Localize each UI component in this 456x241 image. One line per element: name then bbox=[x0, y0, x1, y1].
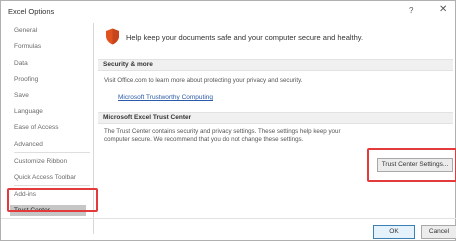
sidebar-item-advanced[interactable]: Advanced bbox=[14, 141, 43, 148]
sidebar-item-quick-access-toolbar[interactable]: Quick Access Toolbar bbox=[14, 174, 76, 181]
trust-center-settings-button[interactable]: Trust Center Settings... bbox=[377, 158, 453, 172]
footer-divider bbox=[1, 218, 456, 219]
trustworthy-computing-link[interactable]: Microsoft Trustworthy Computing bbox=[118, 94, 213, 101]
section-security-more: Security & more bbox=[98, 59, 453, 71]
excel-options-window: Excel Options ? ✕ General Formulas Data … bbox=[0, 0, 456, 241]
sidebar-item-general[interactable]: General bbox=[14, 27, 37, 34]
help-button[interactable]: ? bbox=[409, 6, 413, 15]
sidebar-item-data[interactable]: Data bbox=[14, 60, 28, 67]
section-title: Security & more bbox=[103, 61, 153, 68]
sidebar-item-customize-ribbon[interactable]: Customize Ribbon bbox=[14, 158, 67, 165]
window-title: Excel Options bbox=[8, 7, 55, 16]
sidebar-divider bbox=[14, 152, 90, 153]
shield-icon bbox=[106, 28, 119, 45]
section-trust-center: Microsoft Excel Trust Center bbox=[98, 112, 453, 124]
sidebar-item-save[interactable]: Save bbox=[14, 92, 29, 99]
trust-center-text-line2: computer secure. We recommend that you d… bbox=[104, 136, 304, 143]
cancel-button[interactable]: Cancel bbox=[421, 225, 456, 239]
sidebar-item-formulas[interactable]: Formulas bbox=[14, 43, 41, 50]
section-title: Microsoft Excel Trust Center bbox=[103, 114, 192, 121]
close-icon[interactable]: ✕ bbox=[439, 4, 447, 15]
trust-center-text-line1: The Trust Center contains security and p… bbox=[104, 128, 341, 135]
sidebar-divider bbox=[14, 185, 90, 186]
security-more-text: Visit Office.com to learn more about pro… bbox=[104, 77, 303, 84]
sidebar-item-language[interactable]: Language bbox=[14, 108, 43, 115]
sidebar-item-ease-of-access[interactable]: Ease of Access bbox=[14, 124, 58, 131]
ok-button[interactable]: OK bbox=[373, 225, 415, 239]
trust-center-highlight bbox=[7, 188, 98, 212]
sidebar-item-proofing[interactable]: Proofing bbox=[14, 76, 38, 83]
header-text: Help keep your documents safe and your c… bbox=[126, 33, 364, 42]
